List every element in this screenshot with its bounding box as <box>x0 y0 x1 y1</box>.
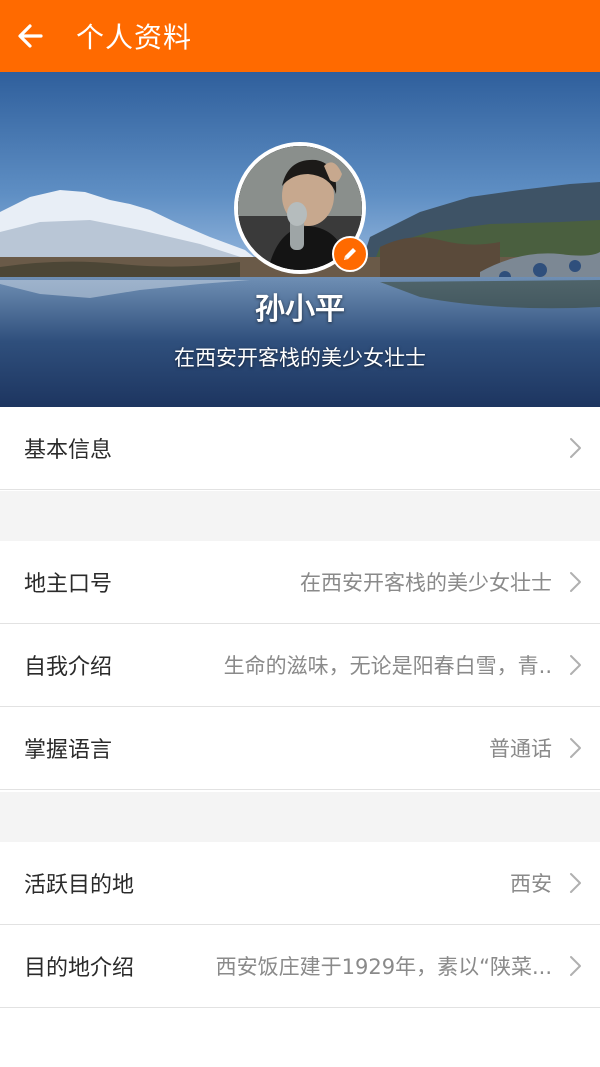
slogan-row[interactable]: 地主口号 在西安开客栈的美少女壮士 <box>0 541 600 624</box>
row-label: 活跃目的地 <box>24 873 135 898</box>
back-arrow-icon <box>18 24 43 48</box>
section-divider <box>0 792 600 842</box>
chevron-right-icon <box>570 956 581 976</box>
avatar-container <box>234 142 368 274</box>
back-button[interactable] <box>0 0 60 72</box>
chevron-right-icon <box>570 873 581 893</box>
destination-group: 活跃目的地 西安 目的地介绍 西安饭庄建于1929年，素以“陕菜... <box>0 842 600 1008</box>
languages-row[interactable]: 掌握语言 普通话 <box>0 707 600 790</box>
row-label: 掌握语言 <box>24 738 113 763</box>
chevron-right-icon <box>570 572 581 592</box>
row-value: 西安饭庄建于1929年，素以“陕菜... <box>215 955 552 979</box>
self-intro-row[interactable]: 自我介绍 生命的滋味，无论是阳春白雪，青.. <box>0 624 600 707</box>
edit-avatar-button[interactable] <box>332 236 368 272</box>
row-label: 自我介绍 <box>24 655 113 680</box>
chevron-right-icon <box>570 655 581 675</box>
active-destination-row[interactable]: 活跃目的地 西安 <box>0 842 600 925</box>
basic-info-group: 基本信息 <box>0 407 600 490</box>
chevron-right-icon <box>570 738 581 758</box>
row-value: 在西安开客栈的美少女壮士 <box>300 571 552 595</box>
page-title: 个人资料 <box>76 21 193 54</box>
profile-slogan: 在西安开客栈的美少女壮士 <box>174 346 426 370</box>
row-label: 基本信息 <box>24 438 113 463</box>
top-bar: 个人资料 <box>0 0 600 72</box>
row-value: 生命的滋味，无论是阳春白雪，青.. <box>223 654 552 678</box>
profile-details-group: 地主口号 在西安开客栈的美少女壮士 自我介绍 生命的滋味，无论是阳春白雪，青..… <box>0 541 600 790</box>
profile-header: 孙小平 在西安开客栈的美少女壮士 <box>0 72 600 407</box>
section-divider <box>0 491 600 541</box>
row-value: 西安 <box>510 872 552 896</box>
destination-intro-row[interactable]: 目的地介绍 西安饭庄建于1929年，素以“陕菜... <box>0 925 600 1008</box>
pencil-icon <box>344 248 356 260</box>
row-value: 普通话 <box>489 737 552 761</box>
chevron-right-icon <box>570 438 581 458</box>
row-label: 目的地介绍 <box>24 956 135 981</box>
basic-info-row[interactable]: 基本信息 <box>0 407 600 490</box>
row-label: 地主口号 <box>24 572 113 597</box>
profile-name: 孙小平 <box>255 292 345 327</box>
